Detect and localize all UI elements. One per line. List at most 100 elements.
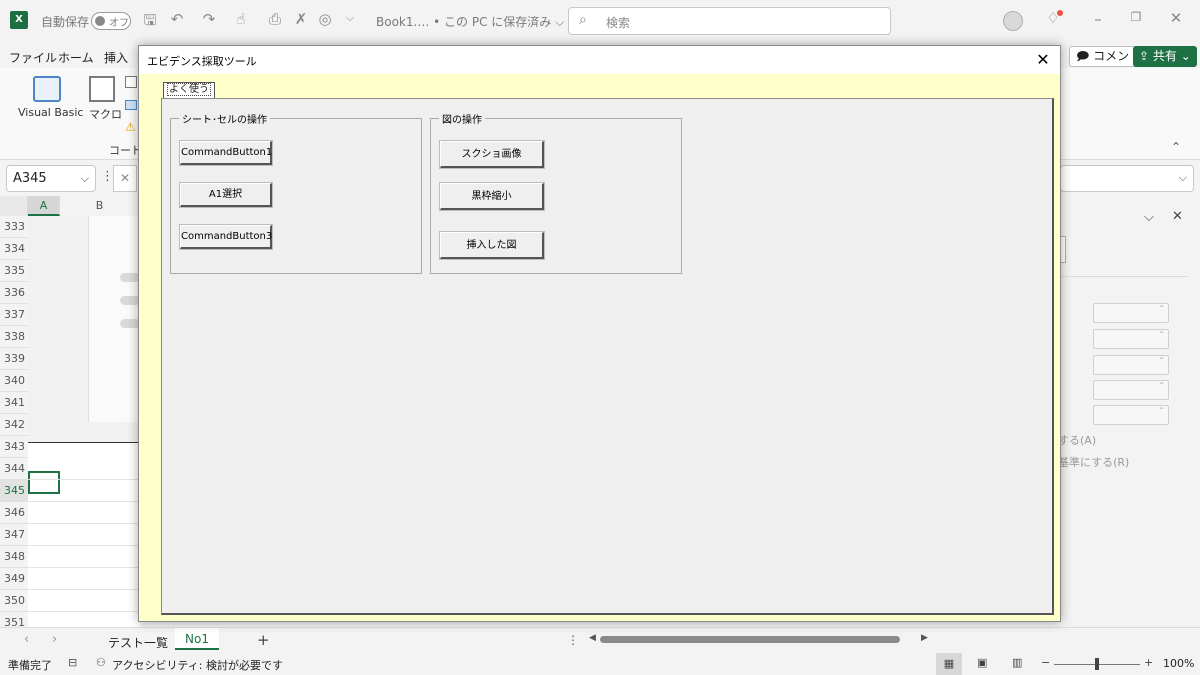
pane-spinner[interactable] <box>1093 303 1169 323</box>
row-header[interactable]: 339 <box>0 348 28 370</box>
pane-close-icon[interactable]: ✕ <box>1172 209 1183 224</box>
zoom-slider-thumb[interactable] <box>1095 658 1099 670</box>
row-header[interactable]: 343 <box>0 436 28 458</box>
row-header[interactable]: 334 <box>0 238 28 260</box>
row-header[interactable]: 341 <box>0 392 28 414</box>
clear-format-icon[interactable]: ✗ <box>292 10 310 28</box>
touch-mode-icon[interactable]: ☝ <box>232 10 250 28</box>
redo-icon[interactable]: ↷ <box>200 10 218 28</box>
collapse-ribbon-icon[interactable]: ⌃ <box>1171 140 1181 154</box>
row-header[interactable]: 346 <box>0 502 28 524</box>
pane-option-r[interactable]: 基準にする(R) <box>1058 454 1129 470</box>
print-preview-icon[interactable]: ⎙ <box>266 10 284 28</box>
inserted-picture-button[interactable]: 挿入した図 <box>439 231 545 260</box>
search-box[interactable]: ⌕ 検索 <box>568 7 891 35</box>
active-cell[interactable] <box>28 471 60 494</box>
frame-picture-caption: 図の操作 <box>442 115 482 126</box>
row-header[interactable]: 337 <box>0 304 28 326</box>
scroll-left-icon[interactable]: ◀ <box>589 633 596 643</box>
zoom-out-icon[interactable]: − <box>1041 656 1050 669</box>
name-box-dropdown-icon[interactable]: ⌵ <box>81 166 89 191</box>
autosave-toggle[interactable]: オフ <box>91 12 131 30</box>
zoom-in-icon[interactable]: + <box>1144 656 1153 669</box>
visual-basic-icon[interactable] <box>33 76 61 102</box>
row-header[interactable]: 348 <box>0 546 28 568</box>
undo-icon[interactable]: ↶ <box>168 10 186 28</box>
formula-expand-icon[interactable]: ⌵ <box>1179 171 1187 185</box>
dialog-title-bar[interactable]: エビデンス採取ツール ✕ <box>139 46 1060 74</box>
minimize-icon[interactable]: – <box>1090 10 1106 28</box>
command-button-3[interactable]: CommandButton3 <box>179 224 273 250</box>
row-header[interactable]: 336 <box>0 282 28 304</box>
zoom-level[interactable]: 100% <box>1163 657 1194 670</box>
pane-spinner[interactable] <box>1093 380 1169 400</box>
tab-split-icon[interactable]: ⋮ <box>567 633 579 647</box>
record-icon[interactable] <box>125 76 137 88</box>
cell-mode-icon[interactable]: ⊟ <box>68 656 77 669</box>
menu-file[interactable]: ファイル <box>9 49 57 66</box>
row-header[interactable]: 344 <box>0 458 28 480</box>
page-layout-view-icon[interactable]: ▣ <box>977 656 987 669</box>
menu-insert[interactable]: 挿入 <box>104 49 128 66</box>
row-header[interactable]: 347 <box>0 524 28 546</box>
macro-label[interactable]: マクロ <box>89 106 122 122</box>
tab-often-used[interactable]: よく使う <box>163 82 215 98</box>
document-title[interactable]: Book1.… • この PC に保存済み ⌵ <box>376 13 564 30</box>
pane-options-icon[interactable]: ⌵ <box>1144 210 1154 225</box>
pane-spinner[interactable] <box>1093 405 1169 425</box>
add-sheet-button[interactable]: + <box>257 631 270 649</box>
macro-icon[interactable] <box>89 76 115 102</box>
sheet-tab-no1[interactable]: No1 <box>175 628 219 650</box>
accessibility-icon[interactable]: ⚇ <box>96 656 106 669</box>
accessibility-status[interactable]: アクセシビリティ: 検討が必要です <box>112 657 283 673</box>
column-header-a[interactable]: A <box>28 196 60 216</box>
row-header[interactable]: 333 <box>0 216 28 238</box>
share-label: 共有 <box>1152 49 1177 63</box>
embedded-image-bar <box>120 296 140 305</box>
evidence-tool-dialog: エビデンス採取ツール ✕ よく使う シート･セルの操作 CommandButto… <box>138 45 1061 622</box>
grid-line <box>28 567 140 568</box>
normal-view-icon[interactable]: ▦ <box>936 653 962 675</box>
save-icon[interactable]: 🖫 <box>141 10 159 35</box>
record-macro-icon[interactable]: ◎ <box>316 10 334 28</box>
pane-spinner[interactable] <box>1093 355 1169 375</box>
formula-input[interactable]: ⌵ <box>1060 165 1194 192</box>
search-placeholder: 検索 <box>606 16 631 30</box>
row-header[interactable]: 338 <box>0 326 28 348</box>
qat-more-icon[interactable]: ⌵ <box>344 11 356 25</box>
row-header[interactable]: 335 <box>0 260 28 282</box>
macro-security-icon[interactable]: ⚠ <box>125 120 136 134</box>
pane-option-a[interactable]: する(A) <box>1058 432 1096 448</box>
dialog-close-icon[interactable]: ✕ <box>1032 49 1054 71</box>
command-button-1[interactable]: CommandButton1 <box>179 140 273 166</box>
visual-basic-label[interactable]: Visual Basic <box>18 106 83 119</box>
restore-icon[interactable]: ❐ <box>1128 10 1144 24</box>
prev-sheet-icon[interactable]: ‹ <box>24 632 29 647</box>
frame-sheet-cell-caption: シート･セルの操作 <box>182 115 267 126</box>
sheet-tab-test-list[interactable]: テスト一覧 <box>108 634 168 651</box>
account-avatar-icon[interactable] <box>1003 11 1023 31</box>
row-header[interactable]: 349 <box>0 568 28 590</box>
pane-spinner[interactable] <box>1093 329 1169 349</box>
share-button[interactable]: ⇪ 共有 ⌄ <box>1133 46 1197 67</box>
menu-home[interactable]: ホーム <box>58 49 94 66</box>
shrink-black-border-button[interactable]: 黒枠縮小 <box>439 182 545 211</box>
tab-page: シート･セルの操作 CommandButton1 A1選択 CommandBut… <box>161 98 1054 615</box>
page-break-view-icon[interactable]: ▥ <box>1012 656 1022 669</box>
column-header-b[interactable]: B <box>60 196 140 216</box>
pane-divider <box>1060 276 1188 277</box>
row-header[interactable]: 340 <box>0 370 28 392</box>
window-close-icon[interactable]: ✕ <box>1168 9 1184 27</box>
name-box[interactable]: A345 ⌵ <box>6 165 96 192</box>
next-sheet-icon[interactable]: › <box>52 632 57 647</box>
select-a1-button[interactable]: A1選択 <box>179 182 273 208</box>
row-header[interactable]: 345 <box>0 480 28 502</box>
select-all-corner[interactable] <box>0 196 28 216</box>
horizontal-scrollbar[interactable] <box>600 636 900 643</box>
row-header[interactable]: 342 <box>0 414 28 436</box>
cancel-entry-icon[interactable]: ✕ <box>113 165 137 192</box>
relative-ref-icon[interactable] <box>125 100 137 110</box>
screenshot-image-button[interactable]: スクショ画像 <box>439 140 545 169</box>
scroll-right-icon[interactable]: ▶ <box>921 633 928 643</box>
row-header[interactable]: 350 <box>0 590 28 612</box>
